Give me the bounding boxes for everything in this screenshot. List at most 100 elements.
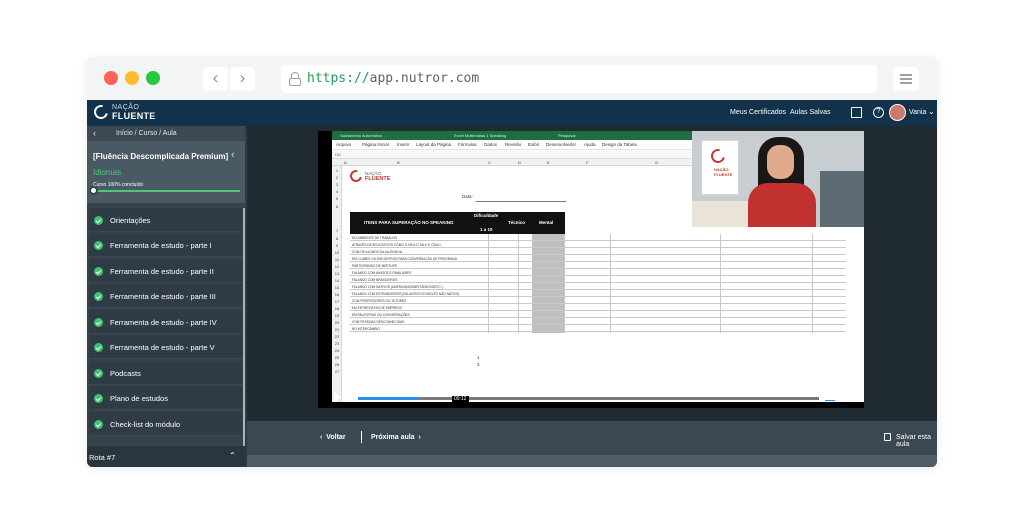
module-item[interactable]: Orientações	[89, 208, 242, 232]
browser-chrome: ‹ › https://app.nutror.com	[87, 57, 937, 100]
fullscreen-icon[interactable]	[852, 393, 860, 401]
module-item-label: Orientações	[110, 216, 151, 225]
excel-row: 23	[334, 341, 340, 346]
save-lesson-button[interactable]: Salvar esta aula	[896, 434, 937, 448]
excel-tab: Página Inicial	[362, 142, 389, 147]
chevron-left-icon: ‹	[212, 68, 219, 87]
module-item-label: Ferramenta de estudo - parte I	[110, 241, 212, 250]
module-item[interactable]: Plano de estudos	[89, 386, 242, 410]
avatar[interactable]	[889, 104, 906, 121]
table-header: ITENS PARA SUPERAÇÃO NO SPEAKING Dificul…	[350, 212, 565, 234]
excel-tab: Dados	[484, 142, 498, 147]
gear-icon[interactable]	[840, 393, 848, 401]
route-footer[interactable]: Rota #7 ⌃	[87, 446, 245, 467]
header-items: ITENS PARA SUPERAÇÃO NO SPEAKING	[364, 220, 454, 225]
back-button[interactable]: ‹	[203, 67, 228, 91]
module-item-label: Podcasts	[110, 369, 141, 378]
timeline-scrubber[interactable]: 00:12	[358, 396, 819, 402]
save-icon[interactable]	[884, 433, 891, 441]
poster: NAÇÃO FLUENTE	[701, 140, 739, 195]
progress-complete-icon	[89, 186, 98, 195]
play-icon[interactable]	[334, 392, 342, 402]
excel-row: 6	[335, 204, 339, 209]
lock-icon	[289, 72, 301, 86]
module-item[interactable]: Ferramenta de estudo - parte III	[89, 284, 242, 308]
excel-row: 19	[334, 313, 340, 318]
lesson-main: Salvamento Automático Excel Multimídias …	[247, 126, 937, 467]
excel-col: C	[488, 160, 491, 165]
video-player[interactable]: Salvamento Automático Excel Multimídias …	[318, 131, 864, 408]
inbox-icon[interactable]	[851, 107, 862, 118]
bottom-cell: 3	[477, 362, 480, 367]
module-item-label: Plano de estudos	[110, 394, 168, 403]
url-scheme: https://	[307, 71, 370, 86]
next-lesson-label: Próxima aula	[371, 434, 415, 441]
list-item: FALANDO COM NATIVOS (AMERICANOS/BRITÂNIC…	[352, 284, 443, 289]
autosave-label: Salvamento Automático	[340, 133, 383, 138]
excel-col: D	[518, 160, 521, 165]
excel-row: 1	[335, 168, 339, 173]
lesson-nav-bar: ‹ Voltar Próxima aula › Salvar esta aula	[247, 421, 937, 455]
table-row: ATRAVÉS DE APLICATIVOS COMO O HELLO TALK…	[350, 241, 846, 248]
forward-button[interactable]: ›	[230, 67, 255, 91]
excel-row: 2	[335, 175, 339, 180]
browser-menu-button[interactable]	[893, 67, 919, 91]
table-row: FALANDO COM NATIVOS (AMERICANOS/BRITÂNIC…	[350, 283, 846, 290]
table-row: NO INTERCÂMBIO	[350, 325, 846, 332]
top-navbar: NAÇÃO FLUENTE Meus Certificados Aulas Sa…	[87, 100, 937, 126]
saved-lessons-link[interactable]: Aulas Salvas	[790, 109, 830, 116]
module-item[interactable]: Check-list do módulo	[89, 412, 242, 436]
excel-tab: Desenvolvedor	[546, 142, 577, 147]
browser-window: ‹ › https://app.nutror.com NAÇÃO FLUENTE…	[87, 57, 937, 467]
module-item[interactable]: Podcasts	[89, 361, 242, 385]
sidebar: ‹ Início / Curso / Aula [Fluência Descom…	[87, 126, 245, 467]
sidebar-scrollbar[interactable]	[243, 208, 245, 463]
chevron-left-icon[interactable]: ‹	[93, 128, 96, 138]
table-row: FALANDO COM ESTRANGEIROS (FALANTES DO IN…	[350, 290, 846, 297]
app: NAÇÃO FLUENTE Meus Certificados Aulas Sa…	[87, 100, 937, 467]
chevron-up-icon[interactable]: ⌃	[229, 451, 236, 460]
url-host: app.nutror.com	[369, 71, 480, 86]
module-item-label: Ferramenta de estudo - parte II	[110, 267, 214, 276]
check-circle-icon	[94, 343, 103, 352]
volume-icon[interactable]	[825, 395, 835, 401]
collapse-sidebar-icon[interactable]: ‹	[231, 149, 235, 161]
module-item[interactable]: Ferramenta de estudo - parte II	[89, 259, 242, 283]
list-item: COM PROFESSORES OU TUTORES	[352, 298, 407, 303]
excel-row: 3	[335, 182, 339, 187]
logo-line1: NAÇÃO	[112, 104, 140, 111]
breadcrumb-text[interactable]: Início / Curso / Aula	[116, 130, 177, 137]
excel-col: B	[397, 160, 400, 165]
bottom-strip	[247, 455, 937, 467]
module-item-label: Ferramenta de estudo - parte V	[110, 343, 215, 352]
time-display: 00:12	[452, 396, 469, 402]
excel-row: 5	[335, 196, 339, 201]
next-lesson-button[interactable]: Próxima aula ›	[371, 434, 421, 441]
certificates-link[interactable]: Meus Certificados	[730, 109, 786, 116]
excel-row: 8	[335, 236, 339, 241]
module-item[interactable]: Ferramenta de estudo - parte I	[89, 233, 242, 257]
chevron-down-icon[interactable]: ⌄	[928, 107, 935, 116]
list-item: NO AMBIENTE DE TRABALHO	[352, 235, 398, 240]
spreadsheet-list: NO AMBIENTE DE TRABALHO ATRAVÉS DE APLIC…	[350, 234, 846, 333]
minimize-window-button[interactable]	[125, 71, 139, 85]
check-circle-icon	[94, 318, 103, 327]
nacao-fluente-logo[interactable]: NAÇÃO FLUENTE	[91, 102, 164, 123]
module-item[interactable]: Ferramenta de estudo - parte V	[89, 335, 242, 359]
excel-row: 14	[334, 278, 340, 283]
excel-row: 21	[334, 327, 340, 332]
back-lesson-button[interactable]: ‹ Voltar	[320, 434, 346, 441]
list-item: EM ENTREVISTAS DE EMPREGO	[352, 305, 403, 310]
maximize-window-button[interactable]	[146, 71, 160, 85]
back-lesson-label: Voltar	[326, 434, 346, 441]
user-name[interactable]: Vania	[909, 109, 926, 116]
logo-line2: FLUENTE	[112, 111, 156, 121]
table-row: NO AMBIENTE DE TRABALHO	[350, 234, 846, 241]
poster-text: NAÇÃO FLUENTE	[714, 167, 733, 177]
module-item[interactable]: Ferramenta de estudo - parte IV	[89, 310, 242, 334]
close-window-button[interactable]	[104, 71, 118, 85]
address-bar[interactable]: https://app.nutror.com	[281, 65, 877, 93]
course-category: Idiomas	[93, 168, 122, 177]
header-difficulty: Dificuldade	[474, 213, 499, 218]
help-icon[interactable]: ?	[873, 107, 884, 118]
